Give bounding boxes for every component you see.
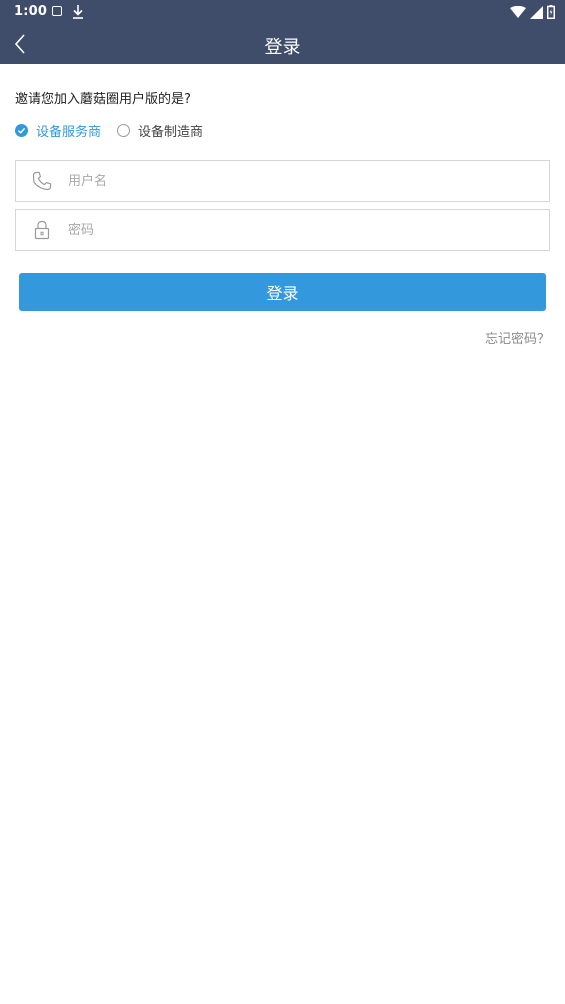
forgot-password-link[interactable]: 忘记密码？ — [485, 328, 550, 347]
lock-icon — [31, 219, 53, 241]
login-button[interactable]: 登录 — [19, 273, 546, 311]
status-time: 1:00 — [14, 4, 48, 19]
radio-manufacturer[interactable]: 设备制造商 — [117, 121, 203, 140]
radio-checked-icon — [15, 124, 28, 137]
role-radio-group: 设备服务商 设备制造商 — [15, 121, 219, 140]
phone-icon — [31, 170, 53, 192]
radio-service-provider[interactable]: 设备服务商 — [15, 121, 101, 140]
username-input[interactable] — [68, 161, 549, 201]
wifi-icon — [510, 6, 526, 18]
radio-label-service-provider: 设备服务商 — [36, 125, 102, 140]
download-icon — [73, 5, 83, 19]
battery-icon — [547, 5, 555, 19]
app-toolbar: 登录 — [0, 24, 565, 64]
radio-unchecked-icon — [117, 124, 131, 137]
status-indicators — [510, 4, 555, 20]
password-input[interactable] — [68, 210, 549, 250]
signal-icon — [530, 5, 543, 19]
invite-question: 邀请您加入蘑菇圈用户版的是? — [15, 92, 191, 107]
page-title: 登录 — [264, 37, 301, 58]
radio-label-manufacturer: 设备制造商 — [138, 125, 204, 140]
notification-icon — [52, 6, 62, 16]
status-bar: 1:00 — [0, 0, 565, 24]
password-field — [15, 209, 550, 251]
username-field — [15, 160, 550, 202]
